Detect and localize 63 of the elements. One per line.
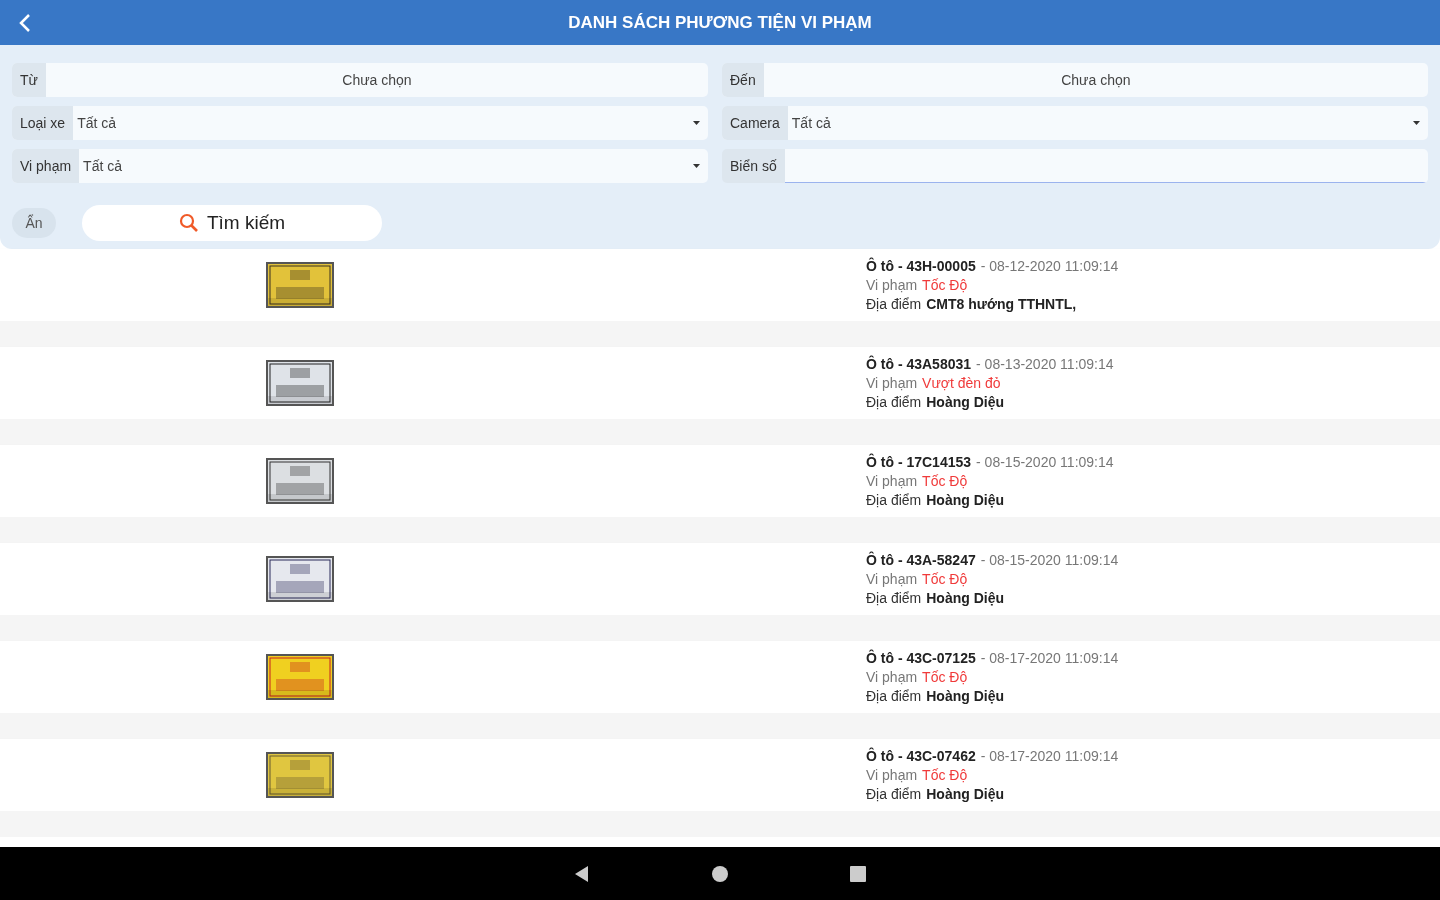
violation-time: - 08-12-2020 11:09:14 [980, 258, 1119, 274]
location-label: Địa điểm [866, 590, 922, 606]
hide-button[interactable]: Ẩn [12, 208, 56, 238]
dropdown[interactable]: Loại xe Tất cả [12, 106, 708, 140]
field-label: Vi phạm [12, 149, 80, 183]
violation-type: Tốc Độ [922, 473, 968, 489]
violation-item[interactable]: Ô tô - 17C14153 - 08-15-2020 11:09:14 Vi phạm Tốc Độ Địa điểm Hoàng Diệu [0, 445, 1440, 517]
location-name: Hoàng Diệu [926, 492, 1005, 508]
violation-type: Tốc Độ [922, 767, 968, 783]
violation-type: Tốc Độ [922, 669, 968, 685]
violation-label: Vi phạm [866, 571, 918, 587]
plate-input-field[interactable] [784, 149, 1428, 183]
field-label: Camera [722, 106, 788, 140]
location-label: Địa điểm [866, 296, 922, 312]
dropdown[interactable]: Vi phạm Tất cả [12, 149, 708, 183]
violation-item[interactable]: Ô tô - 43H-00005 - 08-12-2020 11:09:14 Vi phạm Tốc Độ Địa điểm CMT8 hướng TTHNTL, [0, 249, 1440, 321]
home-icon[interactable] [710, 863, 730, 884]
violation-type: Tốc Độ [922, 277, 968, 293]
field-label: Đến [722, 63, 764, 97]
date-picker[interactable]: Từ Chưa chọn [12, 63, 708, 97]
violation-time: - 08-15-2020 11:09:14 [980, 552, 1119, 568]
violation-label: Vi phạm [866, 669, 918, 685]
location-name: Hoàng Diệu [926, 688, 1005, 704]
location-name: Hoàng Diệu [926, 394, 1005, 410]
search-button[interactable]: Tìm kiếm [82, 205, 382, 241]
violation-label: Vi phạm [866, 767, 918, 783]
violation-time: - 08-13-2020 11:09:14 [976, 356, 1114, 372]
location-label: Địa điểm [866, 394, 922, 410]
violation-item[interactable]: Ô tô - 43A-58247 - 08-15-2020 11:09:14 Vi phạm Tốc Độ Địa điểm Hoàng Diệu [0, 543, 1440, 615]
vehicle-title: Ô tô - 43H-00005 [866, 258, 976, 274]
location-name: Hoàng Diệu [926, 786, 1005, 802]
violation-type: Tốc Độ [922, 571, 968, 587]
field-label: Loại xe [12, 106, 74, 140]
recents-icon[interactable] [848, 863, 868, 884]
location-label: Địa điểm [866, 688, 922, 704]
caret-icon [693, 164, 700, 168]
location-label: Địa điểm [866, 786, 922, 802]
violation-label: Vi phạm [866, 375, 918, 391]
location-name: CMT8 hướng TTHNTL, [926, 296, 1077, 312]
field-label: Biển số [722, 149, 785, 183]
dropdown[interactable]: Camera Tất cả [722, 106, 1428, 140]
violation-time: - 08-15-2020 11:09:14 [976, 454, 1114, 470]
vehicle-title: Ô tô - 17C14153 [866, 454, 972, 470]
page-title: DANH SÁCH PHƯƠNG TIỆN VI PHẠM [568, 12, 872, 33]
field-label: Từ [12, 63, 46, 97]
caret-icon [1413, 121, 1420, 125]
violation-time: - 08-17-2020 11:09:14 [980, 748, 1119, 764]
date-picker[interactable]: Đến Chưa chọn [722, 63, 1428, 97]
violation-label: Vi phạm [866, 277, 918, 293]
violation-label: Vi phạm [866, 473, 918, 489]
location-name: Hoàng Diệu [926, 590, 1005, 606]
violation-item[interactable]: Ô tô - 43C-07125 - 08-17-2020 11:09:14 Vi phạm Tốc Độ Địa điểm Hoàng Diệu [0, 641, 1440, 713]
violation-item[interactable]: Ô tô - 43A58031 - 08-13-2020 11:09:14 Vi phạm Vượt đèn đỏ Địa điểm Hoàng Diệu [0, 347, 1440, 419]
vehicle-title: Ô tô - 43A-58247 [866, 552, 976, 568]
violation-item[interactable]: Ô tô - 43C-07462 - 08-17-2020 11:09:14 Vi phạm Tốc Độ Địa điểm Hoàng Diệu [0, 739, 1440, 811]
vehicle-title: Ô tô - 43C-07125 [866, 650, 976, 666]
caret-icon [693, 121, 700, 125]
vehicle-title: Ô tô - 43A58031 [866, 356, 972, 372]
vehicle-title: Ô tô - 43C-07462 [866, 748, 976, 764]
violation-type: Vượt đèn đỏ [922, 375, 1001, 391]
violation-time: - 08-17-2020 11:09:14 [980, 650, 1119, 666]
search-icon [178, 213, 199, 233]
location-label: Địa điểm [866, 492, 922, 508]
